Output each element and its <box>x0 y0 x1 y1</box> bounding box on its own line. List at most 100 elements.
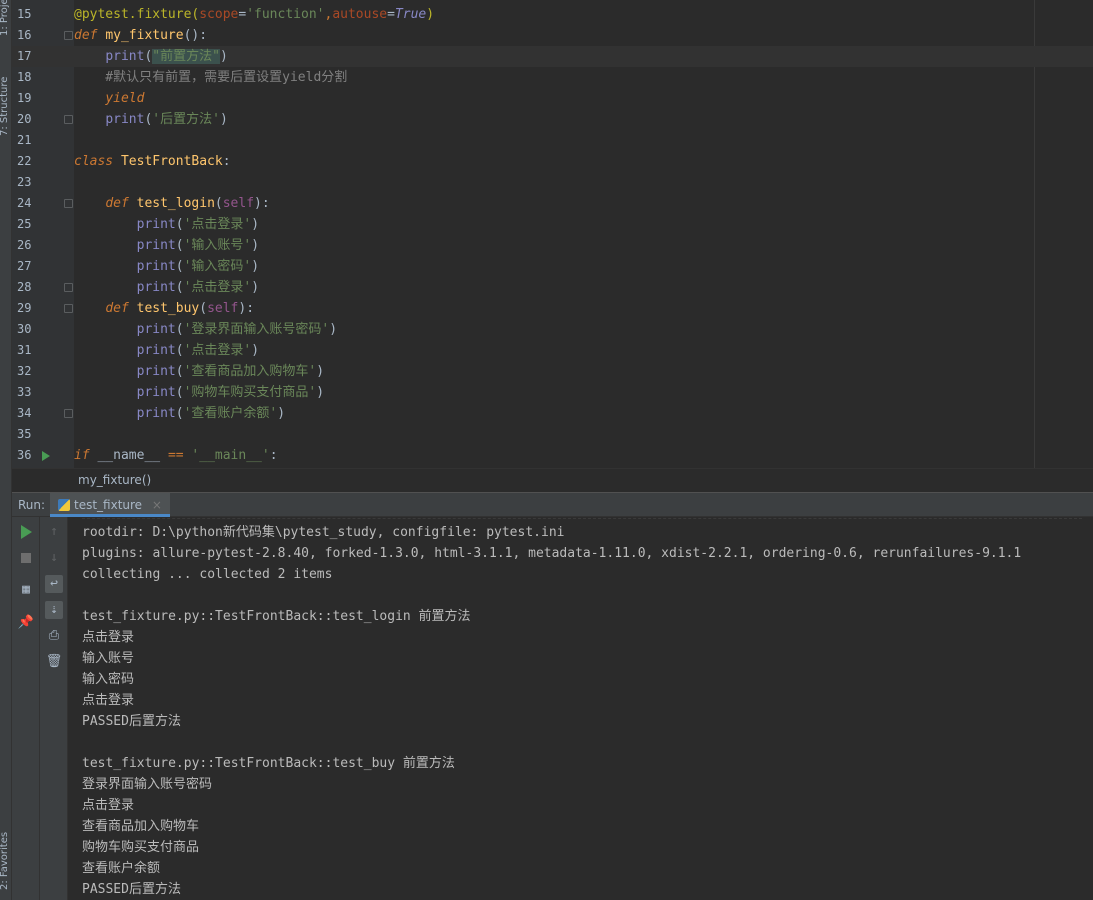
code-line[interactable]: 29 def test_buy(self): <box>12 298 1093 319</box>
code-token: ( <box>175 343 184 358</box>
run-console-output[interactable]: rootdir: D:\python新代码集\pytest_study, con… <box>68 517 1093 900</box>
fold-marker-icon[interactable] <box>64 304 73 313</box>
layout-icon[interactable]: ▦ <box>17 581 35 599</box>
code-line[interactable]: 33 print('购物车购买支付商品') <box>12 382 1093 403</box>
print-icon[interactable]: ⎙ <box>45 627 63 645</box>
code-token: ) <box>329 322 338 337</box>
console-line: 查看商品加入购物车 <box>82 819 200 834</box>
console-line: 点击登录 <box>82 693 135 708</box>
code-line[interactable]: 25 print('点击登录') <box>12 214 1093 235</box>
code-text: print('输入账号') <box>74 235 259 256</box>
line-number: 34 <box>17 406 32 420</box>
line-number: 31 <box>17 343 32 357</box>
code-token: print <box>136 322 176 337</box>
run-panel-header: Run: test_fixture × <box>12 492 1093 517</box>
console-line: collecting ... collected 2 items <box>82 567 333 582</box>
line-number: 32 <box>17 364 32 378</box>
code-line[interactable]: 20 print('后置方法') <box>12 109 1093 130</box>
code-line[interactable]: 36 if __name__ == '__main__': <box>12 445 1093 466</box>
code-token: ) <box>251 259 260 274</box>
run-tab-test-fixture[interactable]: test_fixture × <box>50 493 170 517</box>
code-line[interactable]: 15 @pytest.fixture(scope='function',autou… <box>12 4 1093 25</box>
code-text: print('点击登录') <box>74 214 259 235</box>
code-token: ) <box>316 385 325 400</box>
soft-wrap-icon[interactable]: ↩ <box>45 575 63 593</box>
code-token: ) <box>426 7 435 22</box>
code-line[interactable]: 21 <box>12 130 1093 151</box>
code-line[interactable]: 16 def my_fixture(): <box>12 25 1093 46</box>
code-token: '输入账号' <box>183 238 252 253</box>
code-token: ) <box>219 49 228 64</box>
code-line[interactable]: 19 yield <box>12 88 1093 109</box>
fold-marker-icon[interactable] <box>64 115 73 124</box>
code-line[interactable]: 24 def test_login(self): <box>12 193 1093 214</box>
code-token: print <box>136 343 176 358</box>
code-text: print('点击登录') <box>74 277 259 298</box>
code-text: print('查看账户余额') <box>74 403 285 424</box>
fold-marker-icon[interactable] <box>64 409 73 418</box>
arrow-down-icon[interactable]: ↓ <box>45 549 63 567</box>
close-icon[interactable]: × <box>152 498 162 512</box>
console-line: 输入密码 <box>82 672 135 687</box>
code-text: #默认只有前置，需要后置设置yield分割 <box>74 67 347 88</box>
code-token: '购物车购买支付商品' <box>183 385 317 400</box>
code-line[interactable]: 18 #默认只有前置，需要后置设置yield分割 <box>12 67 1093 88</box>
code-token: ) <box>251 343 260 358</box>
line-number: 28 <box>17 280 32 294</box>
pin-icon[interactable]: 📌 <box>17 614 35 632</box>
run-tab-label: test_fixture <box>74 498 143 512</box>
fold-marker-icon[interactable] <box>64 199 73 208</box>
code-token: print <box>136 217 176 232</box>
code-token: test_buy <box>136 301 200 316</box>
code-text: def test_buy(self): <box>74 298 254 319</box>
code-line[interactable]: 23 <box>12 172 1093 193</box>
console-line: test_fixture.py::TestFrontBack::test_log… <box>82 609 471 624</box>
code-token: self <box>222 196 255 211</box>
code-token: ( <box>199 301 208 316</box>
code-token: test_login <box>136 196 215 211</box>
code-line[interactable]: 31 print('点击登录') <box>12 340 1093 361</box>
code-line[interactable]: 17 print("前置方法") <box>12 46 1093 67</box>
line-number: 23 <box>17 175 32 189</box>
code-line[interactable]: 22 class TestFrontBack: <box>12 151 1093 172</box>
console-line: test_fixture.py::TestFrontBack::test_buy… <box>82 756 455 771</box>
code-line[interactable]: 32 print('查看商品加入购物车') <box>12 361 1093 382</box>
code-line[interactable]: 30 print('登录界面输入账号密码') <box>12 319 1093 340</box>
code-token: (): <box>183 28 208 43</box>
line-number: 15 <box>17 7 32 21</box>
line-number: 27 <box>17 259 32 273</box>
breadcrumb-item[interactable]: my_fixture() <box>78 473 151 487</box>
code-text: class TestFrontBack: <box>74 151 231 172</box>
code-text: def test_login(self): <box>74 193 269 214</box>
run-gutter-icon[interactable] <box>42 451 50 461</box>
code-line[interactable]: 35 <box>12 424 1093 445</box>
code-token: ) <box>219 112 228 127</box>
trash-icon[interactable]: 🗑 <box>45 653 63 671</box>
code-token: scope <box>199 7 239 22</box>
arrow-up-icon[interactable]: ↑ <box>45 523 63 541</box>
console-line: 输入账号 <box>82 651 135 666</box>
fold-marker-icon[interactable] <box>64 283 73 292</box>
code-token: '点击登录' <box>183 217 252 232</box>
code-editor[interactable]: 15 @pytest.fixture(scope='function',autou… <box>12 0 1093 468</box>
code-line[interactable]: 27 print('输入密码') <box>12 256 1093 277</box>
play-icon[interactable] <box>21 525 32 539</box>
code-line[interactable]: 34 print('查看账户余额') <box>12 403 1093 424</box>
line-number: 35 <box>17 427 32 441</box>
breadcrumb[interactable]: my_fixture() <box>12 468 1093 492</box>
stop-icon[interactable] <box>21 553 31 563</box>
code-line[interactable]: 28 print('点击登录') <box>12 277 1093 298</box>
code-token: def <box>105 301 137 316</box>
console-line: PASSED后置方法 <box>82 882 181 897</box>
run-label: Run: <box>18 498 46 512</box>
code-token: '点击登录' <box>183 280 252 295</box>
code-line[interactable]: 26 print('输入账号') <box>12 235 1093 256</box>
scroll-to-end-icon[interactable]: ⇣ <box>45 601 63 619</box>
fold-marker-icon[interactable] <box>64 31 73 40</box>
